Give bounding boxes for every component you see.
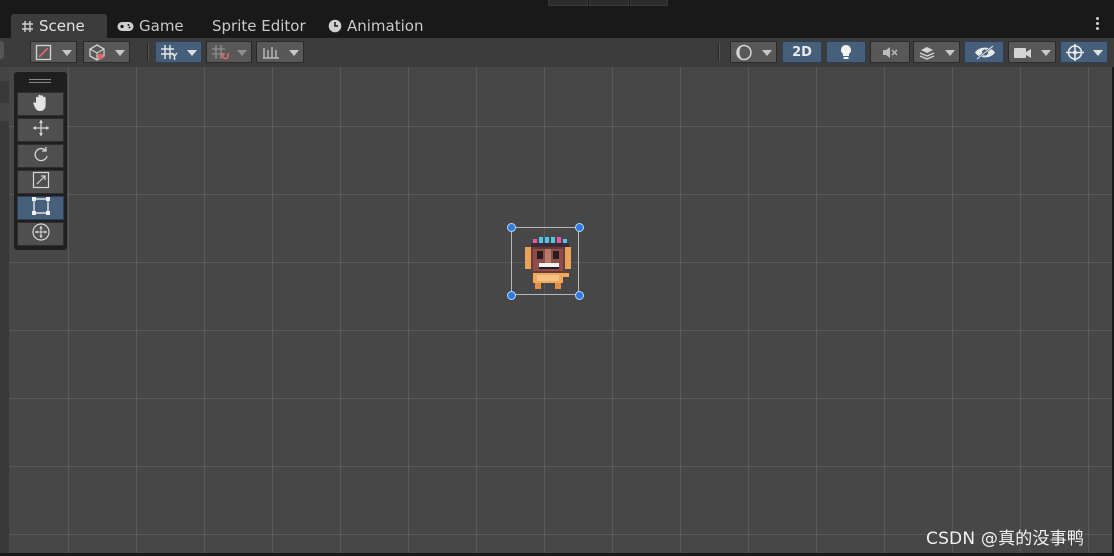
- tab-game-label: Game: [139, 17, 184, 35]
- tab-sprite-editor[interactable]: Sprite Editor: [212, 14, 306, 38]
- grid-snap-toggle[interactable]: [155, 41, 202, 63]
- rect-transform-icon: [31, 196, 51, 220]
- resize-handle-bottom-left[interactable]: [507, 291, 516, 300]
- eye-hidden-icon: [974, 44, 996, 65]
- effects-dropdown[interactable]: [913, 41, 960, 63]
- ruler-icon: [261, 44, 281, 65]
- scene-toolbar: 2D: [0, 38, 1114, 68]
- tab-scene-label: Scene: [39, 17, 85, 35]
- transform-combined-icon: [31, 222, 51, 246]
- draw-mode-dropdown[interactable]: [30, 41, 77, 63]
- play-button-stub[interactable]: [548, 0, 588, 6]
- effects-layers-icon: [918, 44, 937, 65]
- left-panel-handle[interactable]: [0, 41, 4, 59]
- left-panel-edge: [0, 67, 9, 554]
- move-tool[interactable]: [17, 118, 64, 142]
- tab-game[interactable]: Game: [117, 14, 184, 38]
- tools-overlay[interactable]: [14, 72, 67, 250]
- lightbulb-icon: [839, 44, 853, 65]
- tab-animation[interactable]: Animation: [328, 14, 423, 38]
- view-tool[interactable]: [17, 92, 64, 116]
- move-arrows-icon: [32, 119, 50, 141]
- grid-snap-icon: [160, 44, 180, 65]
- toolbar-separator: [718, 43, 720, 61]
- draw-mode-icon: [35, 44, 53, 65]
- cube-icon: [88, 44, 107, 65]
- snap-magnet-icon: [211, 44, 231, 65]
- tab-scene[interactable]: Scene: [11, 14, 107, 38]
- speaker-mute-icon: [881, 44, 899, 65]
- rect-tool[interactable]: [17, 196, 64, 220]
- step-button-stub[interactable]: [630, 0, 668, 6]
- shading-sphere-icon: [735, 44, 754, 65]
- scale-tool[interactable]: [17, 170, 64, 194]
- watermark-text: CSDN @真的没事鸭: [926, 529, 1085, 549]
- shading-dropdown[interactable]: [730, 41, 777, 63]
- camera-dropdown[interactable]: [1008, 41, 1056, 63]
- resize-handle-top-right[interactable]: [575, 223, 584, 232]
- visibility-toggle[interactable]: [964, 41, 1004, 63]
- gamepad-icon: [117, 21, 134, 32]
- hand-icon: [32, 93, 50, 116]
- grid-hash-icon: [21, 20, 34, 33]
- title-strip: [0, 0, 1114, 12]
- character-sprite[interactable]: [521, 235, 577, 297]
- 2d-toggle[interactable]: 2D: [782, 41, 822, 63]
- scale-icon: [32, 171, 50, 193]
- resize-handle-top-left[interactable]: [507, 223, 516, 232]
- gizmo-icon: [1065, 44, 1085, 65]
- toolbar-separator: [147, 43, 149, 61]
- scene-viewport[interactable]: [9, 67, 1112, 554]
- tab-animation-label: Animation: [347, 17, 424, 35]
- editor-tab-bar: Scene Game Sprite Editor Animation: [0, 12, 1114, 39]
- more-options-icon[interactable]: [1096, 17, 1100, 33]
- snap-settings-dropdown[interactable]: [206, 41, 252, 63]
- rotate-tool[interactable]: [17, 144, 64, 168]
- transform-tool[interactable]: [17, 222, 64, 246]
- tab-sprite-editor-label: Sprite Editor: [212, 17, 306, 35]
- camera-icon: [1013, 44, 1033, 65]
- gizmos-dropdown[interactable]: [1060, 41, 1108, 63]
- lighting-toggle[interactable]: [826, 41, 866, 63]
- render-mode-dropdown[interactable]: [83, 41, 130, 63]
- increment-snap-dropdown[interactable]: [256, 41, 304, 63]
- overlay-grip-handle[interactable]: [29, 79, 51, 80]
- clock-icon: [328, 19, 342, 33]
- audio-toggle[interactable]: [870, 41, 910, 63]
- 2d-label: 2D: [792, 44, 812, 60]
- rotate-icon: [32, 145, 50, 167]
- pause-button-stub[interactable]: [589, 0, 629, 6]
